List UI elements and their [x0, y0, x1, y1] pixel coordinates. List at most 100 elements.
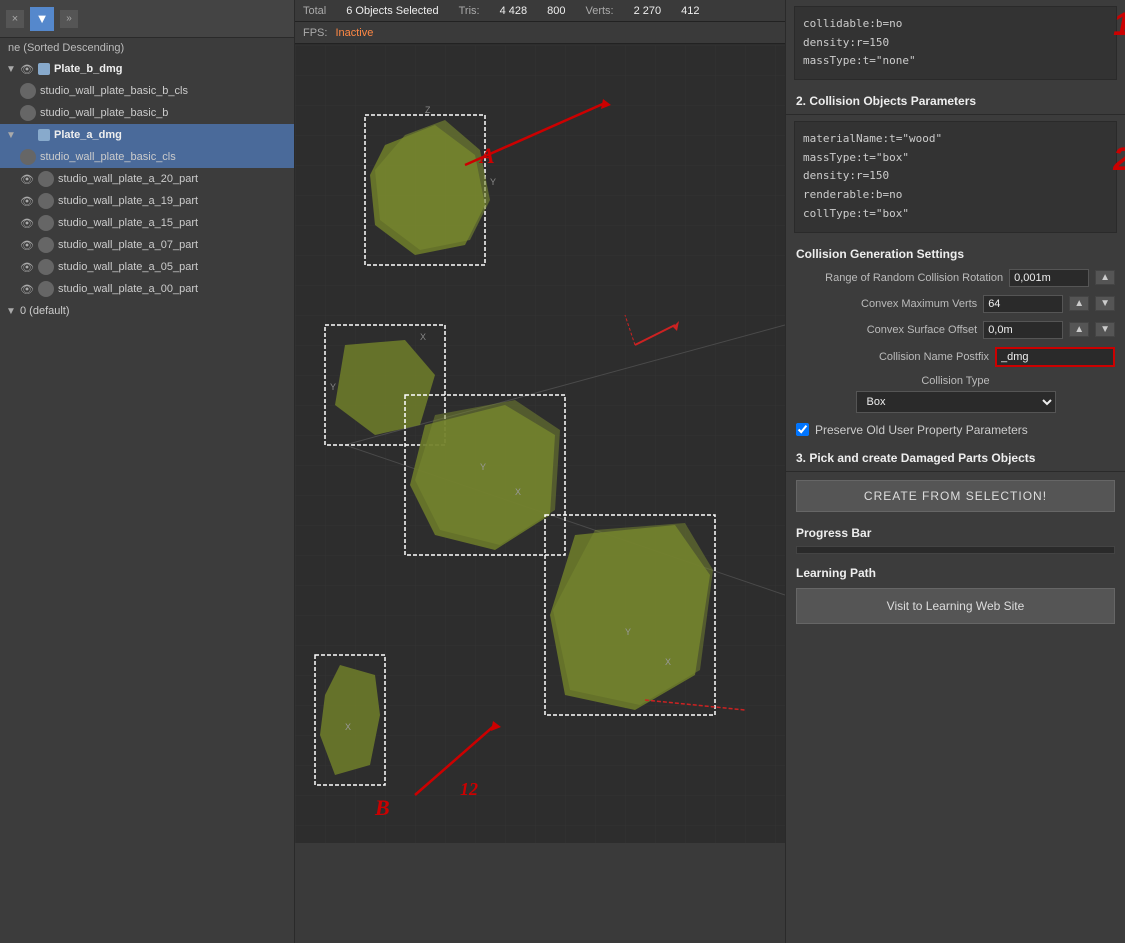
- learning-path-label: Learning Path: [786, 558, 1125, 584]
- name-postfix-input[interactable]: [995, 347, 1115, 367]
- convex-surface-label: Convex Surface Offset: [796, 324, 977, 336]
- left-panel: × ▼ » ne (Sorted Descending) ▼ 👁 Plate_b…: [0, 0, 295, 943]
- convex-surface-input[interactable]: [983, 321, 1063, 339]
- collision-type-row: Collision Type Box Sphere Capsule Convex…: [786, 371, 1125, 417]
- tree-item-a19[interactable]: 👁 studio_wall_plate_a_19_part: [0, 190, 294, 212]
- tree-group-plate-b-dmg[interactable]: ▼ 👁 Plate_b_dmg: [0, 58, 294, 80]
- convex-max-label: Convex Maximum Verts: [796, 298, 977, 310]
- convex-max-spinner-dn[interactable]: ▼: [1095, 296, 1115, 311]
- item-icon: [38, 259, 54, 275]
- item-icon: [38, 171, 54, 187]
- tris-selected: 800: [547, 5, 565, 17]
- total-label: Total: [303, 5, 326, 17]
- properties-box-1: collidable:b=no density:r=150 massType:t…: [794, 6, 1117, 80]
- prop-material: materialName:t="wood": [803, 130, 1108, 149]
- svg-text:X: X: [420, 332, 426, 342]
- right-panel: collidable:b=no density:r=150 massType:t…: [785, 0, 1125, 943]
- filter-button[interactable]: ▼: [30, 7, 54, 31]
- prop-renderable: renderable:b=no: [803, 186, 1108, 205]
- prop-collidable: collidable:b=no: [803, 15, 1108, 34]
- item-label: studio_wall_plate_a_05_part: [58, 261, 198, 273]
- svg-text:X: X: [665, 657, 671, 667]
- tree-item-a20[interactable]: 👁 studio_wall_plate_a_20_part: [0, 168, 294, 190]
- section3-header: 3. Pick and create Damaged Parts Objects: [786, 443, 1125, 472]
- tree-item-basic-cls[interactable]: studio_wall_plate_basic_cls: [0, 146, 294, 168]
- group-label: Plate_b_dmg: [54, 63, 122, 75]
- create-button[interactable]: CREATE FROM SELECTION!: [796, 480, 1115, 512]
- range-input[interactable]: [1009, 269, 1089, 287]
- prop-colltype: collType:t="box": [803, 205, 1108, 224]
- item-label: studio_wall_plate_a_19_part: [58, 195, 198, 207]
- item-icon: [38, 193, 54, 209]
- tree-item-a15[interactable]: 👁 studio_wall_plate_a_15_part: [0, 212, 294, 234]
- convex-surface-spinner-up[interactable]: ▲: [1069, 322, 1089, 337]
- expand-button[interactable]: »: [60, 10, 78, 28]
- svg-text:X: X: [515, 487, 521, 497]
- fps-bar: FPS: Inactive: [295, 22, 785, 44]
- grid-area[interactable]: Z Y X Y Y X: [295, 44, 785, 843]
- fps-label: FPS:: [303, 27, 327, 39]
- visibility-icon: 👁: [20, 63, 36, 76]
- tree-group-plate-a-dmg[interactable]: ▼ Plate_a_dmg: [0, 124, 294, 146]
- group-label-a: Plate_a_dmg: [54, 129, 122, 141]
- tree-item-basic-b[interactable]: studio_wall_plate_basic_b: [0, 102, 294, 124]
- item-icon: [38, 281, 54, 297]
- svg-text:Y: Y: [480, 462, 486, 472]
- panel-header: × ▼ »: [0, 0, 294, 38]
- tree-arrow: ▼: [6, 64, 20, 75]
- item-icon: [20, 105, 36, 121]
- item-icon: [38, 215, 54, 231]
- preserve-checkbox-row: 8 Preserve Old User Property Parameters: [786, 417, 1125, 443]
- tree-item-a00[interactable]: 👁 studio_wall_plate_a_00_part: [0, 278, 294, 300]
- item-icon: [20, 149, 36, 165]
- item-icon: [38, 237, 54, 253]
- range-spinner-up[interactable]: ▲: [1095, 270, 1115, 285]
- item-label: studio_wall_plate_basic_b: [40, 107, 168, 119]
- tree-item-cls-b[interactable]: studio_wall_plate_basic_b_cls: [0, 80, 294, 102]
- prop-density: density:r=150: [803, 34, 1108, 53]
- convex-surface-spinner-dn[interactable]: ▼: [1095, 322, 1115, 337]
- default-label: 0 (default): [20, 305, 70, 317]
- default-item[interactable]: ▼ 0 (default): [0, 300, 294, 322]
- prop-masstype: massType:t="none": [803, 52, 1108, 71]
- name-postfix-row: Collision Name Postfix 6: [786, 343, 1125, 371]
- eye-icon: 👁: [20, 173, 36, 186]
- item-label: studio_wall_plate_a_07_part: [58, 239, 198, 251]
- verts-selected: 412: [681, 5, 699, 17]
- item-label: studio_wall_plate_basic_cls: [40, 151, 176, 163]
- sort-title: ne (Sorted Descending): [0, 38, 294, 58]
- eye-icon: 👁: [20, 195, 36, 208]
- range-label: Range of Random Collision Rotation: [796, 272, 1003, 284]
- svg-text:12: 12: [460, 779, 478, 799]
- preserve-checkbox[interactable]: [796, 423, 809, 436]
- tree-arrow: ▼: [6, 306, 20, 317]
- item-label: studio_wall_plate_a_20_part: [58, 173, 198, 185]
- properties-box-2: materialName:t="wood" massType:t="box" d…: [794, 121, 1117, 232]
- eye-icon: 👁: [20, 283, 36, 296]
- tris-total: 4 428: [500, 5, 528, 17]
- svg-text:Z: Z: [425, 105, 431, 115]
- visit-button[interactable]: Visit to Learning Web Site: [796, 588, 1115, 624]
- svg-text:A: A: [478, 143, 495, 168]
- svg-text:Y: Y: [625, 627, 631, 637]
- collision-type-label: Collision Type: [921, 375, 989, 387]
- verts-total: 2 270: [634, 5, 662, 17]
- close-button[interactable]: ×: [6, 10, 24, 28]
- tree-item-a07[interactable]: 👁 studio_wall_plate_a_07_part: [0, 234, 294, 256]
- name-postfix-label: Collision Name Postfix: [796, 351, 989, 363]
- eye-icon: 👁: [20, 217, 36, 230]
- convex-max-input[interactable]: [983, 295, 1063, 313]
- svg-text:B: B: [374, 795, 390, 820]
- viewport[interactable]: Total 6 Objects Selected Tris: 4 428 800…: [295, 0, 785, 843]
- group-icon: [38, 63, 50, 75]
- collision-type-select[interactable]: Box Sphere Capsule Convex Mesh: [856, 391, 1056, 413]
- total-value: 6 Objects Selected: [346, 5, 438, 17]
- tree-item-a05[interactable]: 👁 studio_wall_plate_a_05_part: [0, 256, 294, 278]
- group-icon: [38, 129, 50, 141]
- verts-label: Verts:: [585, 5, 613, 17]
- svg-text:Y: Y: [490, 177, 496, 187]
- svg-text:Y: Y: [330, 382, 336, 392]
- item-icon: [20, 83, 36, 99]
- eye-icon: 👁: [20, 239, 36, 252]
- convex-max-spinner-up[interactable]: ▲: [1069, 296, 1089, 311]
